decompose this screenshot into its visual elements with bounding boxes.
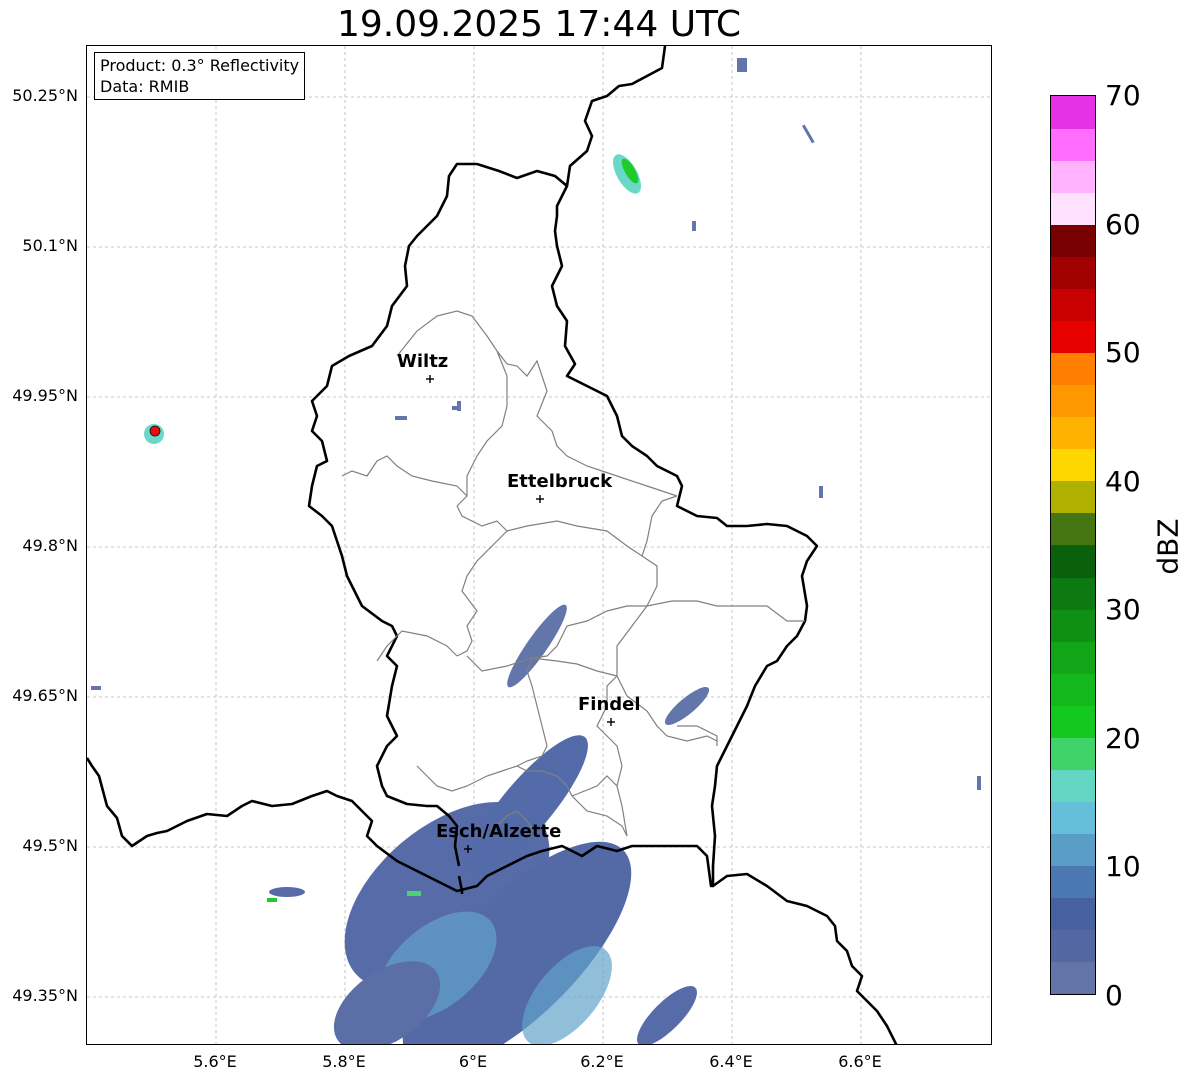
colorbar-segment	[1051, 801, 1095, 835]
colorbar-tick-label: 70	[1105, 79, 1141, 112]
lat-label: 49.5°N	[22, 836, 78, 855]
map-title: 19.09.2025 17:44 UTC	[336, 4, 742, 45]
city-label-ettelbruck: Ettelbruck	[507, 471, 613, 492]
lon-label: 6.6°E	[838, 1052, 882, 1071]
colorbar-segment	[1051, 897, 1095, 931]
city-label-esch-alzette: Esch/Alzette	[436, 821, 562, 842]
colorbar-segment	[1051, 833, 1095, 867]
colorbar-segment	[1051, 577, 1095, 610]
colorbar-segment	[1051, 256, 1095, 289]
colorbar-segment	[1051, 480, 1095, 514]
product-info-box: Product: 0.3° Reflectivity Data: RMIB	[94, 52, 306, 100]
city-label-findel: Findel	[578, 694, 641, 715]
colorbar-segment	[1051, 641, 1095, 674]
colorbar-segment	[1051, 96, 1095, 129]
colorbar-segment	[1051, 416, 1095, 450]
colorbar-segment	[1051, 288, 1095, 321]
lon-label: 5.6°E	[193, 1052, 237, 1071]
colorbar-segment	[1051, 609, 1095, 642]
data-source-label: Data: RMIB	[100, 77, 190, 96]
colorbar-segment	[1051, 192, 1095, 225]
radar-echoes	[91, 58, 981, 1044]
city-label-wiltz: Wiltz	[397, 351, 449, 372]
colorbar-segment	[1051, 160, 1095, 193]
colorbar-segment	[1051, 705, 1095, 738]
map-canvas	[87, 46, 991, 1044]
colorbar-segment	[1051, 865, 1095, 899]
colorbar-tick-label: 50	[1105, 336, 1141, 369]
colorbar-segment	[1051, 769, 1095, 803]
colorbar-tick-label: 10	[1105, 850, 1141, 883]
colorbar-segment	[1051, 737, 1095, 770]
lat-label: 50.25°N	[12, 86, 78, 105]
colorbar-segment	[1051, 545, 1095, 578]
colorbar-tick-label: 20	[1105, 722, 1141, 755]
colorbar-title: dBZ	[1151, 518, 1184, 575]
lat-label: 49.95°N	[12, 386, 78, 405]
lon-label: 6°E	[458, 1052, 488, 1071]
colorbar-segment	[1051, 128, 1095, 161]
lon-label: 5.8°E	[322, 1052, 366, 1071]
colorbar-segment	[1051, 512, 1095, 546]
colorbar-segment	[1051, 224, 1095, 257]
colorbar-segment	[1051, 320, 1095, 354]
colorbar	[1050, 95, 1096, 995]
radar-map: Wiltz Ettelbruck Findel Esch/Alzette	[86, 45, 992, 1045]
colorbar-segment	[1051, 673, 1095, 706]
product-label: Product: 0.3° Reflectivity	[100, 56, 300, 75]
colorbar-tick-label: 40	[1105, 465, 1141, 498]
southern-border	[712, 872, 898, 1044]
lat-label: 49.65°N	[12, 686, 78, 705]
lat-label: 49.8°N	[22, 536, 78, 555]
colorbar-segment	[1051, 448, 1095, 482]
colorbar-segment	[1051, 961, 1095, 995]
lat-label: 49.35°N	[12, 986, 78, 1005]
lat-label: 50.1°N	[22, 236, 78, 255]
colorbar-segment	[1051, 384, 1095, 418]
lon-label: 6.4°E	[709, 1052, 753, 1071]
colorbar-tick-label: 0	[1105, 979, 1123, 1012]
colorbar-segment	[1051, 352, 1095, 386]
colorbar-tick-label: 60	[1105, 208, 1141, 241]
colorbar-segment	[1051, 929, 1095, 963]
colorbar-tick-label: 30	[1105, 593, 1141, 626]
lon-label: 6.2°E	[580, 1052, 624, 1071]
